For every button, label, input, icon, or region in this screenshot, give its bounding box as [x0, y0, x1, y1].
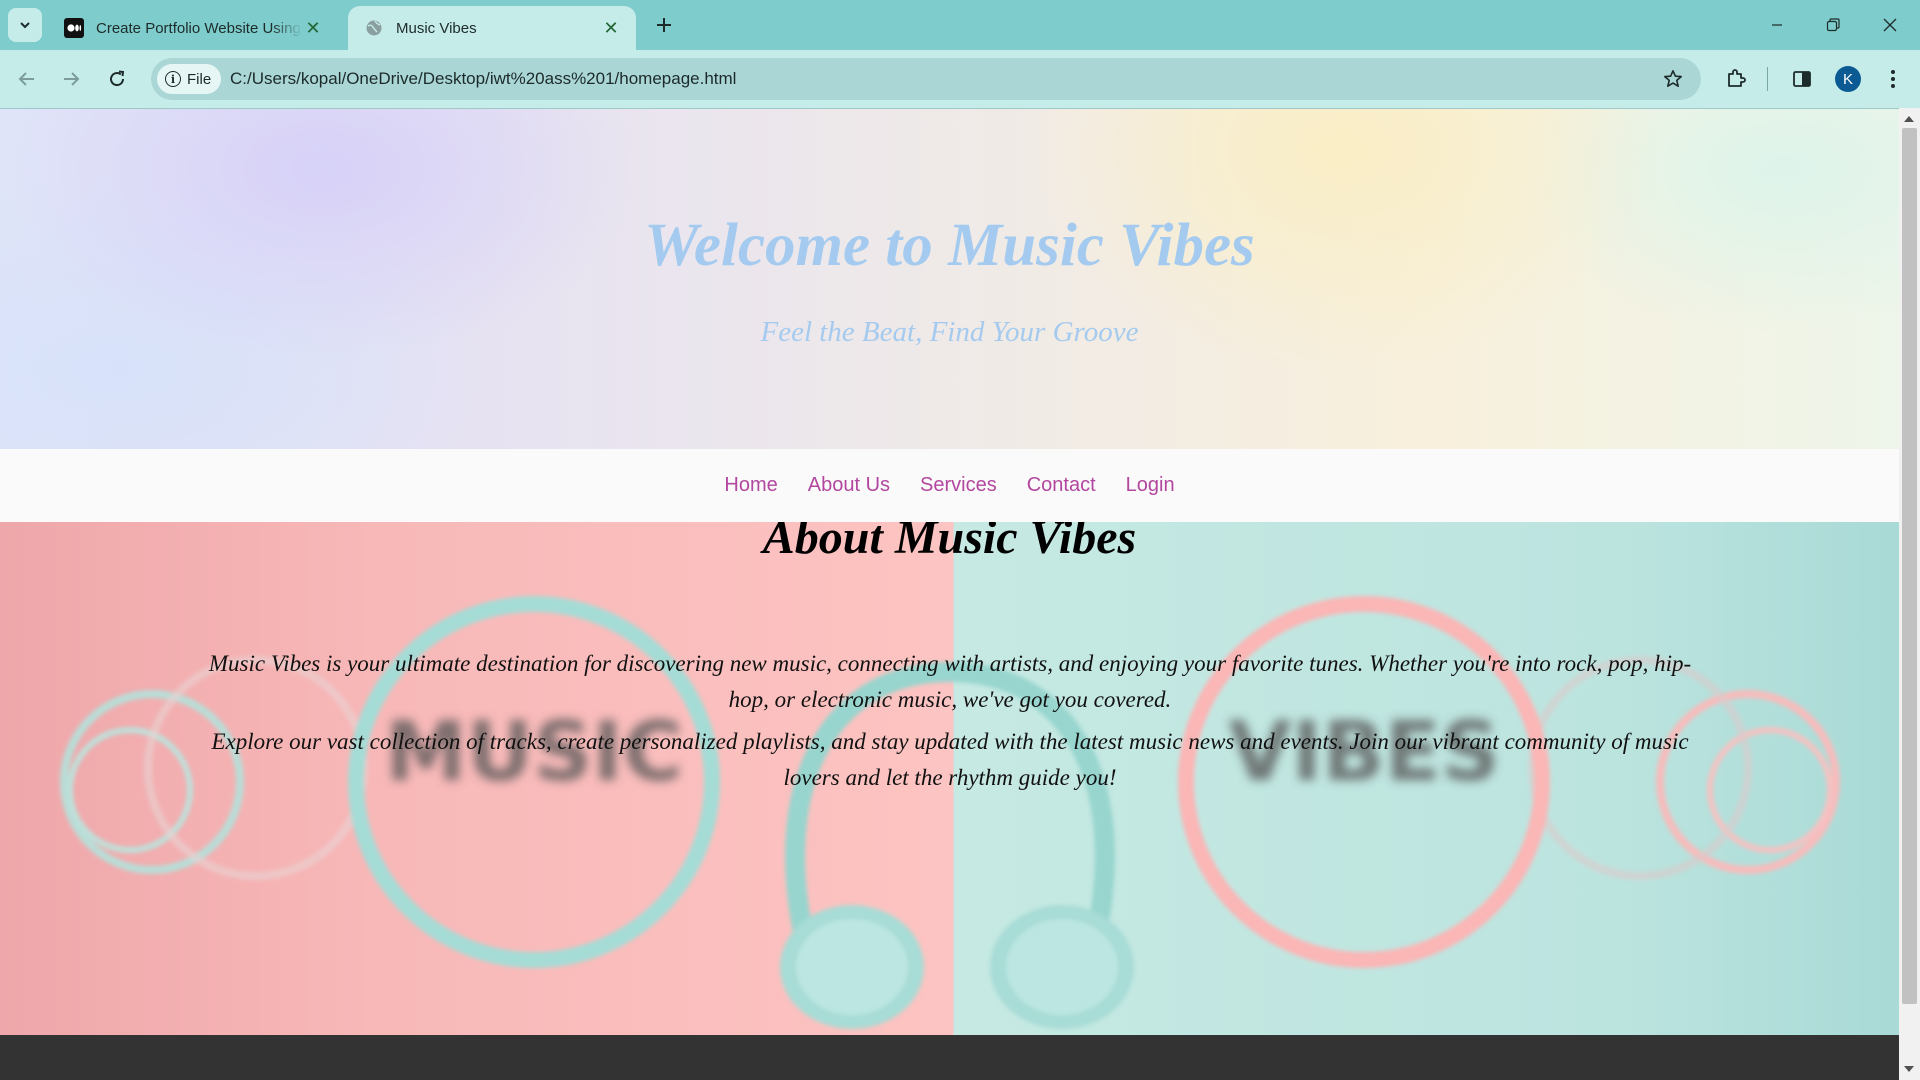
arrow-right-icon	[64, 72, 80, 86]
bookmark-star-button[interactable]	[1661, 67, 1685, 91]
close-icon	[1883, 18, 1897, 32]
close-icon[interactable]: ✕	[302, 17, 324, 39]
tab-search-button[interactable]	[8, 8, 42, 42]
side-panel-icon	[1793, 71, 1811, 87]
tab-title: Create Portfolio Website Using	[96, 19, 301, 37]
medium-logo-icon	[64, 18, 84, 38]
puzzle-icon	[1728, 69, 1746, 87]
nav-link-about-us[interactable]: About Us	[808, 474, 890, 497]
hero-title: Welcome to Music Vibes	[644, 212, 1255, 279]
hero-banner: Welcome to Music Vibes Feel the Beat, Fi…	[0, 109, 1899, 449]
browser-toolbar: i File C:/Users/kopal/OneDrive/Desktop/i…	[0, 50, 1920, 108]
site-info-chip[interactable]: i File	[157, 64, 221, 94]
kebab-menu-icon	[1891, 70, 1895, 88]
forward-button[interactable]	[55, 63, 87, 95]
url-text[interactable]: C:/Users/kopal/OneDrive/Desktop/iwt%20as…	[230, 69, 736, 89]
reload-button[interactable]	[101, 63, 133, 95]
scroll-up-arrow-icon[interactable]	[1904, 116, 1914, 122]
restore-button[interactable]	[1805, 0, 1861, 50]
tab-music-vibes[interactable]: Music Vibes ✕	[348, 6, 636, 50]
new-tab-button[interactable]	[650, 11, 678, 39]
nav-link-home[interactable]: Home	[724, 474, 777, 497]
site-info-label: File	[187, 70, 212, 88]
minimize-icon	[1772, 24, 1782, 26]
scroll-down-arrow-icon[interactable]	[1904, 1066, 1914, 1072]
page-viewport: Welcome to Music Vibes Feel the Beat, Fi…	[0, 108, 1899, 1080]
nav-link-services[interactable]: Services	[920, 474, 997, 497]
page-scrollbar[interactable]	[1899, 108, 1920, 1080]
close-icon[interactable]: ✕	[600, 17, 622, 39]
arrow-left-icon	[18, 72, 34, 86]
main-nav: Home About Us Services Contact Login	[0, 449, 1899, 522]
about-title: About Music Vibes	[762, 522, 1137, 564]
profile-avatar[interactable]: K	[1835, 66, 1861, 92]
minimize-button[interactable]	[1749, 0, 1805, 50]
reload-icon	[110, 70, 125, 87]
toolbar-divider	[1767, 67, 1768, 91]
plus-icon	[657, 18, 671, 32]
star-icon	[1664, 70, 1682, 87]
address-bar[interactable]: i File C:/Users/kopal/OneDrive/Desktop/i…	[151, 58, 1701, 100]
globe-icon	[364, 18, 384, 38]
window-close-button[interactable]	[1862, 0, 1918, 50]
nav-link-login[interactable]: Login	[1126, 474, 1175, 497]
info-icon: i	[165, 71, 181, 87]
browser-menu-button[interactable]	[1877, 63, 1909, 95]
scrollbar-thumb[interactable]	[1902, 128, 1917, 1004]
extensions-button[interactable]	[1720, 63, 1752, 95]
back-button[interactable]	[11, 63, 43, 95]
about-section: MUSIC VIBES About Music Vibes Music Vibe…	[0, 522, 1899, 1035]
tab-title: Music Vibes	[396, 19, 477, 37]
hero-subtitle: Feel the Beat, Find Your Groove	[760, 316, 1139, 348]
restore-icon	[1826, 18, 1840, 32]
side-panel-button[interactable]	[1786, 63, 1818, 95]
chevron-down-icon	[20, 22, 30, 29]
about-paragraph: Explore our vast collection of tracks, c…	[211, 729, 1689, 790]
nav-link-contact[interactable]: Contact	[1027, 474, 1096, 497]
browser-tab-strip: Create Portfolio Website Using ✕ Music V…	[0, 0, 1920, 50]
footer	[0, 1035, 1899, 1080]
about-paragraph: Music Vibes is your ultimate destination…	[208, 651, 1692, 712]
tab-portfolio[interactable]: Create Portfolio Website Using ✕	[48, 6, 338, 50]
